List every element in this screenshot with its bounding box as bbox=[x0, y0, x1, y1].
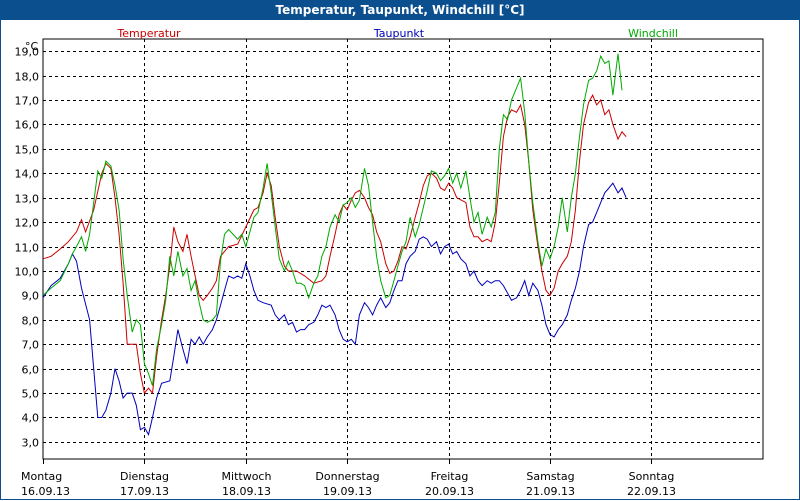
x-date-label: 22.09.13 bbox=[627, 485, 676, 498]
x-date-label: 17.09.13 bbox=[120, 485, 169, 498]
legend-item-temperatur: Temperatur bbox=[116, 27, 181, 40]
y-tick-label: 4,0 bbox=[22, 412, 40, 425]
series-line-taupunkt bbox=[42, 182, 627, 436]
y-tick-label: 12,0 bbox=[15, 217, 40, 230]
x-date-label: 21.09.13 bbox=[526, 485, 575, 498]
x-day-label: Mittwoch bbox=[222, 470, 272, 483]
series-line-windchill bbox=[42, 53, 623, 386]
y-tick-label: 11,0 bbox=[15, 242, 40, 255]
x-date-label: 19.09.13 bbox=[323, 485, 372, 498]
y-tick-label: 9,0 bbox=[22, 290, 40, 303]
x-day-label: Freitag bbox=[431, 470, 469, 483]
x-day-label: Donnerstag bbox=[315, 470, 379, 483]
legend: Temperatur Taupunkt Windchill bbox=[116, 27, 678, 40]
x-date-label: 16.09.13 bbox=[21, 485, 70, 498]
x-day-label: Samstag bbox=[526, 470, 574, 483]
x-date-label: 18.09.13 bbox=[222, 485, 271, 498]
legend-item-windchill: Windchill bbox=[628, 27, 678, 40]
temperature-chart: 19,018,017,016,015,014,013,012,011,010,0… bbox=[15, 27, 764, 498]
chart-window: Temperatur, Taupunkt, Windchill [°C] 19,… bbox=[0, 0, 800, 500]
series-lines bbox=[42, 53, 627, 436]
x-axis: Montag 16.09.13 Dienstag 17.09.13 Mittwoch 18… bbox=[21, 459, 676, 498]
y-tick-label: 17,0 bbox=[15, 95, 40, 108]
y-tick-label: 15,0 bbox=[15, 144, 40, 157]
y-tick-label: 3,0 bbox=[22, 437, 40, 450]
y-tick-label: 14,0 bbox=[15, 168, 40, 181]
x-day-label: Sonntag bbox=[629, 470, 675, 483]
x-day-label: Dienstag bbox=[120, 470, 169, 483]
x-date-label: 20.09.13 bbox=[425, 485, 474, 498]
legend-item-taupunkt: Taupunkt bbox=[373, 27, 425, 40]
y-tick-label: 5,0 bbox=[22, 388, 40, 401]
y-axis: 19,018,017,016,015,014,013,012,011,010,0… bbox=[15, 40, 40, 450]
x-day-label: Montag bbox=[21, 470, 62, 483]
y-tick-label: 18,0 bbox=[15, 71, 40, 84]
y-tick-label: 13,0 bbox=[15, 193, 40, 206]
y-tick-label: 8,0 bbox=[22, 315, 40, 328]
y-unit-label: °C bbox=[25, 40, 39, 53]
y-tick-label: 16,0 bbox=[15, 119, 40, 132]
y-tick-label: 7,0 bbox=[22, 339, 40, 352]
y-tick-label: 10,0 bbox=[15, 266, 40, 279]
y-tick-label: 6,0 bbox=[22, 364, 40, 377]
